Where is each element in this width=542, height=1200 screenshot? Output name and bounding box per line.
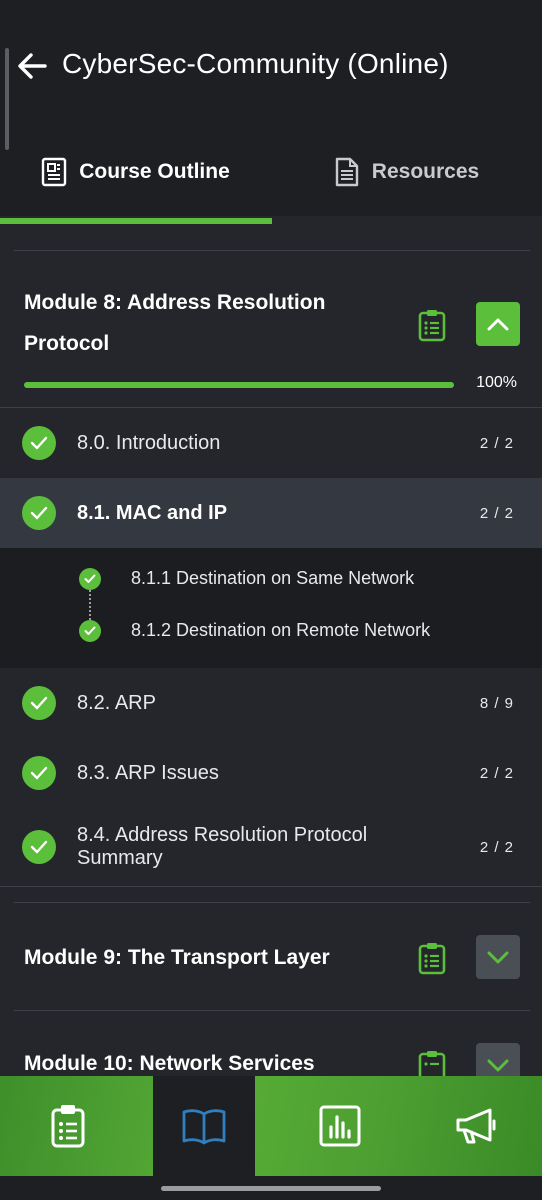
topic-8-1-2[interactable]: 8.1.2 Destination on Remote Network bbox=[131, 620, 430, 641]
lesson-label: 8.1. MAC and IP bbox=[77, 501, 228, 524]
gesture-area bbox=[0, 1176, 542, 1200]
check-circle-icon bbox=[22, 426, 56, 460]
lesson-8-1[interactable]: 8.1. MAC and IP 2 / 2 bbox=[0, 478, 542, 548]
divider bbox=[14, 250, 530, 251]
module-8-title-line1: Module 8: Address Resolution bbox=[24, 291, 326, 314]
clipboard-list-icon[interactable] bbox=[417, 941, 447, 975]
lesson-count: 2 / 2 bbox=[479, 838, 514, 856]
check-circle-icon bbox=[22, 756, 56, 790]
module-9-title: Module 9: The Transport Layer bbox=[24, 946, 330, 969]
back-button[interactable] bbox=[14, 48, 50, 84]
divider bbox=[0, 886, 542, 887]
lesson-8-3[interactable]: 8.3. ARP Issues 2 / 2 bbox=[0, 738, 542, 808]
lesson-count: 2 / 2 bbox=[479, 764, 514, 782]
lesson-label: 8.3. ARP Issues bbox=[77, 761, 219, 784]
check-circle-icon bbox=[79, 568, 101, 590]
lesson-8-2[interactable]: 8.2. ARP 8 / 9 bbox=[0, 668, 542, 738]
tab-resources-label: Resources bbox=[371, 160, 480, 183]
lesson-label: 8.0. Introduction bbox=[77, 431, 221, 454]
check-circle-icon bbox=[79, 620, 101, 642]
nav-grades[interactable] bbox=[289, 1076, 391, 1176]
nav-assessments[interactable] bbox=[17, 1076, 119, 1176]
module-progress-text: 100% bbox=[476, 374, 517, 391]
tab-course-outline[interactable]: Course Outline bbox=[0, 132, 271, 212]
app-header: CyberSec-Community (Online) Course Outli… bbox=[0, 8, 542, 224]
lesson-label: 8.4. Address Resolution Protocol Summary bbox=[77, 824, 367, 870]
module-9-card[interactable]: Module 9: The Transport Layer bbox=[14, 902, 530, 1010]
topic-8-1-1[interactable]: 8.1.1 Destination on Same Network bbox=[131, 568, 414, 589]
module-progress-fill bbox=[24, 382, 454, 388]
chevron-down-icon bbox=[487, 951, 509, 964]
lesson-count: 2 / 2 bbox=[479, 504, 514, 522]
lesson-label-line1: 8.4. Address Resolution Protocol bbox=[77, 824, 368, 846]
chevron-down-icon bbox=[487, 1059, 509, 1072]
lesson-count: 8 / 9 bbox=[479, 694, 514, 712]
page-title: CyberSec-Community (Online) bbox=[62, 48, 449, 79]
nav-course[interactable] bbox=[153, 1076, 255, 1176]
arrow-left-icon bbox=[18, 53, 47, 79]
check-circle-icon bbox=[22, 830, 56, 864]
nav-announcements[interactable] bbox=[425, 1076, 527, 1176]
home-gesture-bar[interactable] bbox=[161, 1186, 381, 1191]
tab-resources[interactable]: Resources bbox=[271, 132, 542, 212]
course-outline-icon bbox=[42, 157, 67, 187]
lesson-8-4[interactable]: 8.4. Address Resolution Protocol Summary… bbox=[0, 808, 542, 886]
clipboard-list-icon[interactable] bbox=[417, 308, 447, 342]
check-circle-icon bbox=[22, 496, 56, 530]
module-progress-bar bbox=[24, 382, 454, 388]
expand-module-button[interactable] bbox=[476, 935, 520, 979]
chevron-up-icon bbox=[487, 318, 509, 331]
active-tab-indicator bbox=[0, 218, 272, 224]
collapse-module-button[interactable] bbox=[476, 302, 520, 346]
lesson-label-line2: Summary bbox=[77, 847, 163, 869]
lesson-8-0[interactable]: 8.0. Introduction 2 / 2 bbox=[0, 408, 542, 478]
bar-chart-icon bbox=[319, 1105, 361, 1147]
module-8-title[interactable]: Module 8: Address Resolution Protocol bbox=[24, 282, 325, 364]
lesson-count: 2 / 2 bbox=[479, 434, 514, 452]
tab-course-outline-label: Course Outline bbox=[79, 160, 230, 183]
lesson-8-1-topics: 8.1.1 Destination on Same Network 8.1.2 … bbox=[0, 548, 542, 668]
status-bar bbox=[0, 0, 542, 8]
megaphone-icon bbox=[456, 1108, 496, 1144]
check-circle-icon bbox=[22, 686, 56, 720]
clipboard-list-icon bbox=[51, 1105, 85, 1148]
open-book-icon bbox=[182, 1109, 226, 1145]
lesson-label: 8.2. ARP bbox=[77, 691, 156, 714]
document-icon bbox=[335, 157, 358, 187]
bottom-navigation bbox=[0, 1076, 542, 1176]
module-8-title-line2: Protocol bbox=[24, 332, 110, 355]
